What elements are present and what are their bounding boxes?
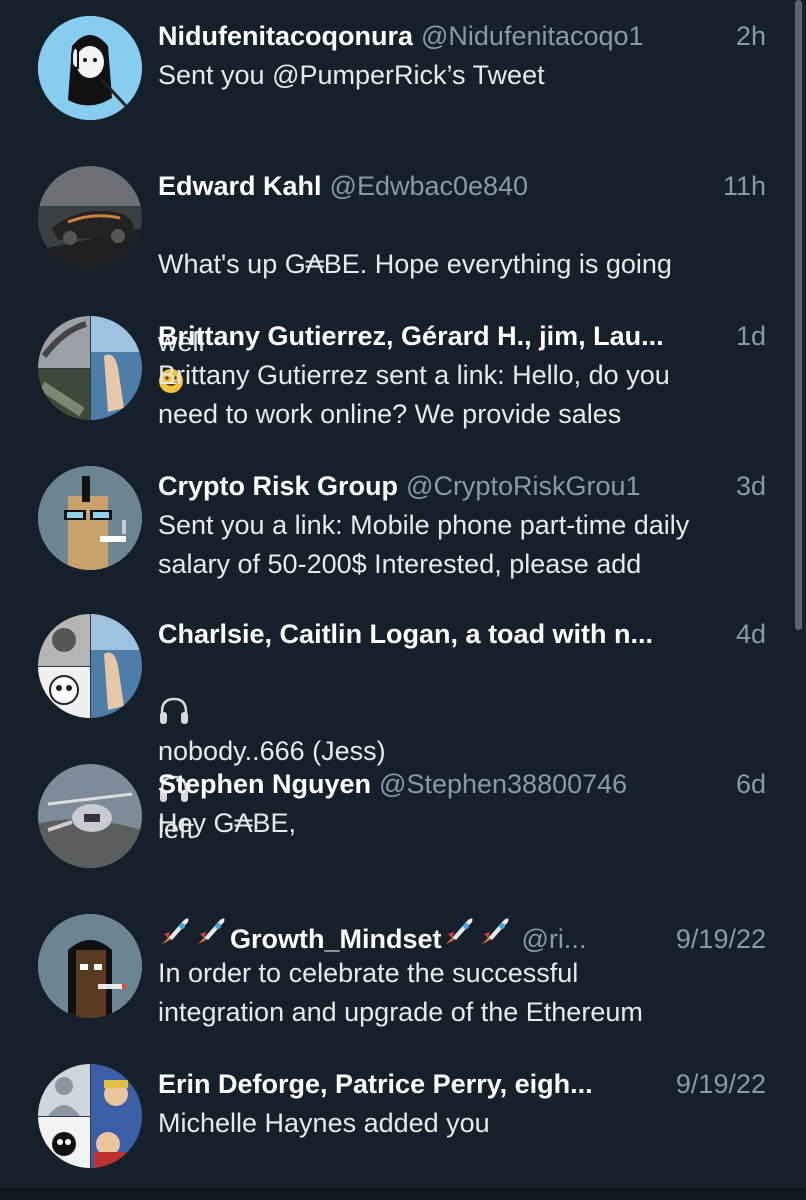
sender-name: Crypto Risk Group bbox=[158, 471, 399, 501]
avatar[interactable] bbox=[38, 466, 142, 570]
timestamp: 11h bbox=[722, 171, 766, 201]
rocket-icon bbox=[162, 918, 189, 944]
avatar[interactable] bbox=[38, 914, 142, 1018]
avatar[interactable] bbox=[38, 166, 142, 270]
sender-handle: @Stephen38800746 bbox=[379, 769, 628, 799]
conversation-item[interactable]: Stephen Nguyen @Stephen38800746 6d Hey G… bbox=[0, 756, 790, 896]
rocket-icon bbox=[198, 918, 225, 944]
avatar[interactable] bbox=[38, 16, 142, 120]
group-avatar[interactable] bbox=[38, 316, 142, 420]
sender-name: Nidufenitacoqonura bbox=[158, 21, 413, 51]
message-preview-line: What's up G₳BE. Hope everything is going bbox=[158, 249, 672, 279]
sender-handle: @Edwbac0e840 bbox=[329, 171, 529, 201]
conversation-item[interactable]: Growth_Mindset @ri... 9/19/22 In order t… bbox=[0, 906, 790, 1046]
sender-name: Stephen Nguyen bbox=[158, 769, 372, 799]
group-avatar[interactable] bbox=[38, 614, 142, 718]
conversation-item[interactable]: Crypto Risk Group @CryptoRiskGrou1 3d Se… bbox=[0, 458, 790, 598]
conversation-item[interactable]: Erin Deforge, Patrice Perry, eigh... 9/1… bbox=[0, 1056, 790, 1196]
sender-handle: @Nidufenitacoqo1 bbox=[421, 21, 644, 51]
timestamp: 1d bbox=[735, 321, 766, 351]
bottom-edge bbox=[0, 1188, 806, 1200]
message-preview: Sent you @PumperRick’s Tweet bbox=[158, 60, 545, 90]
rocket-icon bbox=[445, 918, 473, 944]
sender-name: Edward Kahl bbox=[158, 171, 322, 201]
sender-handle: @CryptoRiskGrou1 bbox=[406, 471, 641, 501]
scrollbar[interactable] bbox=[795, 0, 802, 630]
sender-name: Charlsie, Caitlin Logan, a toad with n..… bbox=[158, 619, 654, 649]
sender-name: Growth_Mindset bbox=[230, 924, 442, 954]
timestamp: 6d bbox=[735, 769, 766, 799]
timestamp: 9/19/22 bbox=[675, 924, 766, 954]
group-avatar[interactable] bbox=[38, 1064, 142, 1168]
conversation-item[interactable]: Edward Kahl @Edwbac0e840 11h What's up G… bbox=[0, 158, 790, 393]
timestamp: 4d bbox=[735, 619, 766, 649]
timestamp: 2h bbox=[735, 21, 766, 51]
message-preview: In order to celebrate the successful int… bbox=[158, 958, 643, 1027]
avatar[interactable] bbox=[38, 764, 142, 868]
conversation-item[interactable]: Nidufenitacoqonura @Nidufenitacoqo1 2h S… bbox=[0, 8, 790, 148]
headphones-icon bbox=[160, 697, 188, 724]
timestamp: 9/19/22 bbox=[675, 1069, 766, 1099]
rocket-icon bbox=[481, 918, 509, 944]
message-preview: Hey G₳BE, bbox=[158, 808, 297, 838]
message-preview: Michelle Haynes added you bbox=[158, 1108, 490, 1138]
sender-name: Brittany Gutierrez, Gérard H., jim, Lau.… bbox=[158, 321, 664, 351]
conversation-item[interactable]: Charlsie, Caitlin Logan, a toad with n..… bbox=[0, 606, 790, 844]
sender-handle: @ri... bbox=[521, 924, 587, 954]
sender-name: Erin Deforge, Patrice Perry, eigh... bbox=[158, 1069, 593, 1099]
message-preview: Sent you a link: Mobile phone part-time … bbox=[158, 510, 690, 579]
conversation-item[interactable]: Brittany Gutierrez, Gérard H., jim, Lau.… bbox=[0, 308, 790, 448]
message-preview: Brittany Gutierrez sent a link: Hello, d… bbox=[158, 360, 670, 429]
timestamp: 3d bbox=[735, 471, 766, 501]
